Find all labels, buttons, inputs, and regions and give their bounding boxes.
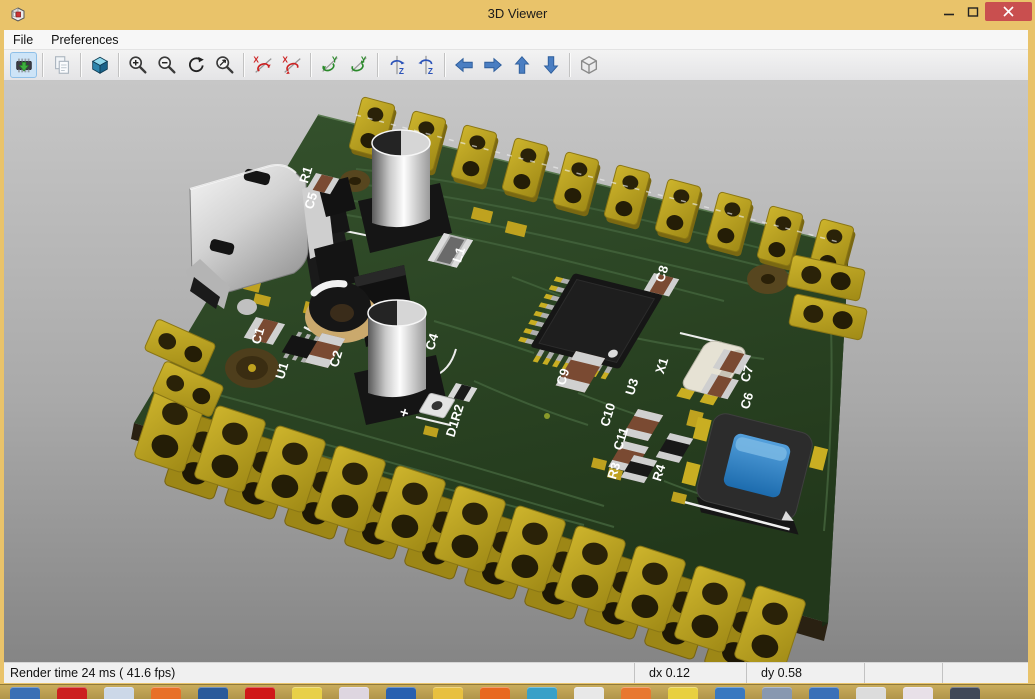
rotate-x-neg-icon: X xyxy=(252,54,274,76)
titlebar[interactable]: 3D Viewer xyxy=(0,0,1035,30)
copy-image-button[interactable] xyxy=(48,52,75,78)
taskbar-app-icon[interactable] xyxy=(856,687,886,699)
rotate-z-neg-button[interactable]: Z xyxy=(383,52,410,78)
zoom-fit-icon xyxy=(214,54,236,76)
status-empty xyxy=(864,663,942,683)
zoom-in-button[interactable] xyxy=(124,52,151,78)
arrow-right-icon xyxy=(482,54,504,76)
rotate-y-pos-icon: Y xyxy=(348,54,370,76)
toolbar-separator xyxy=(80,53,81,77)
maximize-button[interactable] xyxy=(961,2,985,21)
taskbar-app-icon[interactable] xyxy=(574,687,604,699)
status-render-time: Render time 24 ms ( 41.6 fps) xyxy=(4,663,634,683)
arrow-up-icon xyxy=(511,54,533,76)
toolbar-separator xyxy=(243,53,244,77)
rotate-y-neg-button[interactable]: Y xyxy=(316,52,343,78)
blue-cube-icon xyxy=(89,54,111,76)
status-empty xyxy=(942,663,1028,683)
toolbar-separator xyxy=(377,53,378,77)
reload-board-button[interactable] xyxy=(10,52,37,78)
taskbar-app-icon[interactable] xyxy=(668,687,698,699)
rotate-x-pos-icon: X xyxy=(281,54,303,76)
toolbar-separator xyxy=(118,53,119,77)
move-up-button[interactable] xyxy=(508,52,535,78)
status-dy: dy 0.58 xyxy=(746,663,864,683)
taskbar-app-icon[interactable] xyxy=(104,687,134,699)
taskbar-app-icon[interactable] xyxy=(198,687,228,699)
taskbar-app-icon[interactable] xyxy=(950,687,980,699)
toolbar-separator xyxy=(569,53,570,77)
svg-text:Z: Z xyxy=(398,67,403,76)
rotate-x-neg-button[interactable]: X xyxy=(249,52,276,78)
svg-text:Y: Y xyxy=(331,55,337,64)
ortho-cube-icon xyxy=(578,54,600,76)
zoom-out-button[interactable] xyxy=(153,52,180,78)
zoom-in-icon xyxy=(127,54,149,76)
taskbar-app-icon[interactable] xyxy=(151,687,181,699)
svg-text:X: X xyxy=(253,55,259,64)
window-title: 3D Viewer xyxy=(0,6,1035,21)
move-right-button[interactable] xyxy=(479,52,506,78)
taskbar-app-icon[interactable] xyxy=(245,687,275,699)
svg-text:Z: Z xyxy=(427,67,432,76)
rotate-z-neg-icon: Z xyxy=(386,54,408,76)
taskbar-app-icon[interactable] xyxy=(527,687,557,699)
toolbar: X X Y xyxy=(4,50,1028,81)
rotate-y-pos-button[interactable]: Y xyxy=(345,52,372,78)
menu-file[interactable]: File xyxy=(4,30,42,49)
redraw-button[interactable] xyxy=(182,52,209,78)
rotate-z-pos-button[interactable]: Z xyxy=(412,52,439,78)
zoom-to-fit-button[interactable] xyxy=(211,52,238,78)
taskbar-app-icon[interactable] xyxy=(433,687,463,699)
toolbar-separator xyxy=(444,53,445,77)
reload-board-icon xyxy=(13,54,35,76)
rotate-z-pos-icon: Z xyxy=(415,54,437,76)
menubar: File Preferences xyxy=(4,30,1028,50)
toolbar-separator xyxy=(310,53,311,77)
render-shaded-button[interactable] xyxy=(86,52,113,78)
taskbar-app-icon[interactable] xyxy=(762,687,792,699)
rotate-y-neg-icon: Y xyxy=(319,54,341,76)
taskbar-app-icon[interactable] xyxy=(386,687,416,699)
toolbar-separator xyxy=(42,53,43,77)
statusbar: Render time 24 ms ( 41.6 fps) dx 0.12 dy… xyxy=(4,662,1028,683)
windows-taskbar[interactable] xyxy=(0,684,1035,699)
zoom-out-icon xyxy=(156,54,178,76)
taskbar-app-icon[interactable] xyxy=(621,687,651,699)
rotate-x-pos-button[interactable]: X xyxy=(278,52,305,78)
copy-icon xyxy=(51,54,73,76)
status-dx: dx 0.12 xyxy=(634,663,746,683)
arrow-left-icon xyxy=(453,54,475,76)
menu-preferences[interactable]: Preferences xyxy=(42,30,127,49)
taskbar-app-icon[interactable] xyxy=(715,687,745,699)
taskbar-app-icon[interactable] xyxy=(292,687,322,699)
taskbar-app-icon[interactable] xyxy=(809,687,839,699)
3d-viewer-window: 3D Viewer File Preferences xyxy=(0,0,1035,699)
taskbar-icons xyxy=(10,685,997,699)
svg-text:X: X xyxy=(282,55,288,64)
pcb-3d-render[interactable]: R1 C5 L1 C1 U1 C2 C4 + D1R2 C8 C9 C10 C1… xyxy=(4,81,1028,662)
taskbar-app-icon[interactable] xyxy=(339,687,369,699)
redraw-icon xyxy=(185,54,207,76)
move-left-button[interactable] xyxy=(450,52,477,78)
close-button[interactable] xyxy=(985,2,1032,21)
arrow-down-icon xyxy=(540,54,562,76)
3d-viewport[interactable]: R1 C5 L1 C1 U1 C2 C4 + D1R2 C8 C9 C10 C1… xyxy=(4,81,1028,662)
taskbar-app-icon[interactable] xyxy=(10,687,40,699)
orthographic-projection-button[interactable] xyxy=(575,52,602,78)
minimize-button[interactable] xyxy=(937,2,961,21)
taskbar-app-icon[interactable] xyxy=(57,687,87,699)
taskbar-app-icon[interactable] xyxy=(480,687,510,699)
move-down-button[interactable] xyxy=(537,52,564,78)
taskbar-app-icon[interactable] xyxy=(903,687,933,699)
